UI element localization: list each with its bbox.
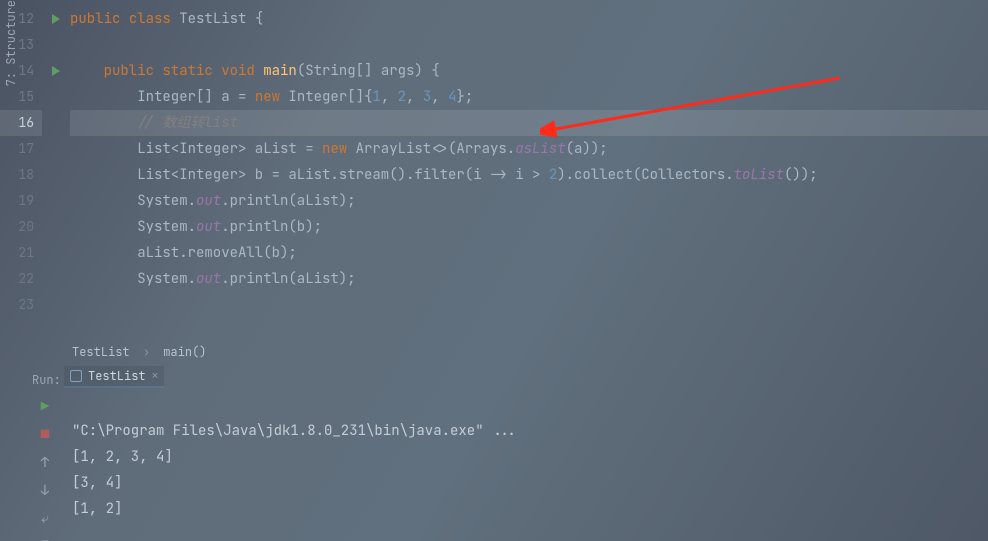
code-line[interactable]: // 数组转list: [70, 110, 988, 136]
play-icon: ▶: [41, 398, 49, 416]
run-toolbar: ▶ ■ ↑ ↓ ⤶ 🖶 🗑: [22, 390, 68, 541]
line-number[interactable]: 22: [0, 266, 42, 292]
line-number[interactable]: 20: [0, 214, 42, 240]
line-number[interactable]: 21: [0, 240, 42, 266]
line-number[interactable]: 15: [0, 84, 42, 110]
gutter-slot: [42, 110, 70, 136]
run-tab[interactable]: TestList ✕: [64, 366, 164, 388]
gutter-slot: [42, 162, 70, 188]
console-line: [1, 2]: [72, 500, 122, 518]
code-line[interactable]: aList.removeAll(b);: [70, 240, 988, 266]
gutter-slot: [42, 292, 70, 318]
console-line: "C:\Program Files\Java\jdk1.8.0_231\bin\…: [72, 422, 517, 440]
rerun-button[interactable]: ▶: [35, 398, 55, 416]
line-number[interactable]: 23: [0, 292, 42, 318]
stop-button[interactable]: ■: [35, 426, 55, 444]
breadcrumb-method[interactable]: main(): [163, 344, 206, 360]
run-tab-title: TestList: [88, 365, 146, 387]
run-gutter-icon[interactable]: [52, 66, 60, 76]
code-line[interactable]: List<Integer> b = aList.stream().filter(…: [70, 162, 988, 188]
gutter-slot: [42, 58, 70, 84]
gutter-slot: [42, 188, 70, 214]
code-line[interactable]: System.out.println(aList);: [70, 266, 988, 292]
close-icon[interactable]: ✕: [152, 365, 159, 387]
line-number[interactable]: 17: [0, 136, 42, 162]
gutter-slot: [42, 240, 70, 266]
soft-wrap-button[interactable]: ⤶: [35, 510, 55, 528]
line-number[interactable]: 16: [0, 110, 42, 136]
line-number[interactable]: 18: [0, 162, 42, 188]
code-area[interactable]: public class TestList { public static vo…: [70, 0, 988, 340]
gutter-slot: [42, 136, 70, 162]
editor-pane: 121314151617181920212223 public class Te…: [0, 0, 988, 340]
console-line: [3, 4]: [72, 474, 122, 492]
code-line[interactable]: [70, 32, 988, 58]
code-line[interactable]: [70, 292, 988, 318]
breadcrumb-separator: ›: [143, 344, 150, 360]
code-line[interactable]: Integer[] a = new Integer[]{1, 2, 3, 4};: [70, 84, 988, 110]
breadcrumb-class[interactable]: TestList: [72, 344, 130, 360]
stop-icon: ■: [41, 426, 49, 444]
gutter-icons: [42, 0, 70, 340]
gutter-slot: [42, 32, 70, 58]
console-output[interactable]: "C:\Program Files\Java\jdk1.8.0_231\bin\…: [72, 392, 988, 541]
gutter-slot: [42, 84, 70, 110]
gutter-slot: [42, 266, 70, 292]
scroll-down-button[interactable]: ↓: [35, 482, 55, 500]
ide-root: 121314151617181920212223 public class Te…: [0, 0, 988, 541]
wrap-icon: ⤶: [41, 510, 49, 528]
code-line[interactable]: List<Integer> aList = new ArrayList<>(Ar…: [70, 136, 988, 162]
structure-tool-button[interactable]: 7: Structure: [3, 0, 19, 86]
print-icon: 🖶: [38, 536, 51, 541]
code-line[interactable]: public class TestList {: [70, 6, 988, 32]
run-config-icon: [70, 370, 82, 382]
down-icon: ↓: [41, 482, 49, 500]
scroll-up-button[interactable]: ↑: [35, 454, 55, 472]
run-gutter-icon[interactable]: [52, 14, 60, 24]
code-line[interactable]: public static void main(String[] args) {: [70, 58, 988, 84]
up-icon: ↑: [41, 454, 49, 472]
code-line[interactable]: System.out.println(b);: [70, 214, 988, 240]
console-line: [1, 2, 3, 4]: [72, 448, 173, 466]
breadcrumb[interactable]: TestList › main(): [72, 340, 206, 364]
gutter-slot: [42, 214, 70, 240]
gutter-slot: [42, 6, 70, 32]
code-line[interactable]: System.out.println(aList);: [70, 188, 988, 214]
line-number[interactable]: 19: [0, 188, 42, 214]
